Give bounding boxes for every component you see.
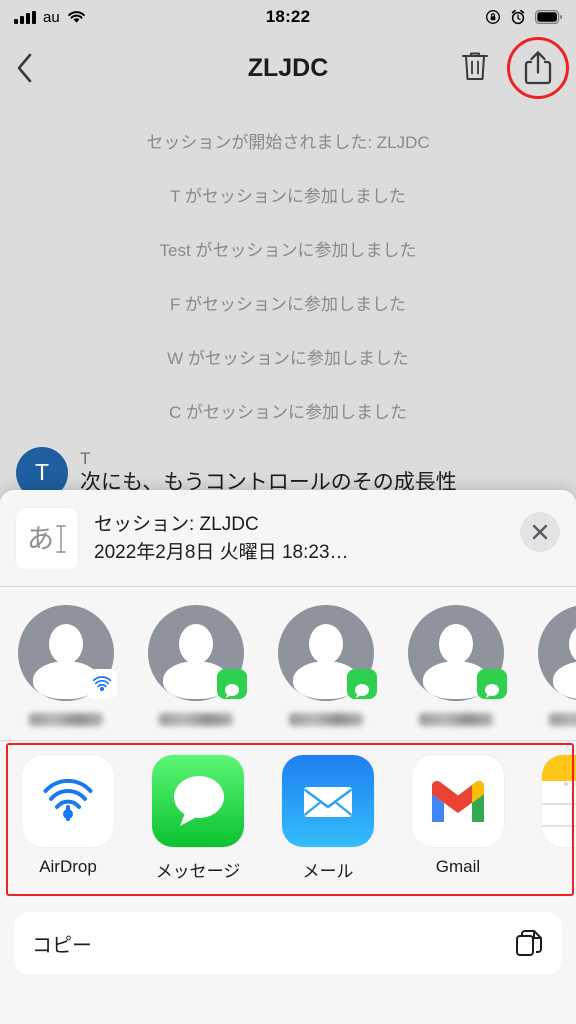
- wifi-icon: [67, 11, 85, 23]
- rotation-lock-icon: [486, 10, 500, 24]
- contact-avatar: [538, 605, 576, 701]
- action-list: コピー: [14, 912, 562, 974]
- messages-icon: [152, 755, 244, 847]
- contact-avatar: [408, 605, 507, 701]
- app-row: AirDrop メッセージ メール Gmail: [0, 741, 576, 892]
- app-label: AirDrop: [39, 857, 97, 876]
- contact-suggestions: [0, 587, 576, 740]
- contact-item[interactable]: [538, 605, 576, 726]
- share-button[interactable]: [507, 37, 569, 99]
- app-label: メール: [302, 862, 354, 881]
- contact-avatar: [18, 605, 117, 701]
- contact-name: [418, 713, 494, 726]
- share-target-gmail[interactable]: Gmail: [412, 755, 504, 882]
- text-cursor-icon: [56, 525, 66, 553]
- share-sheet: あ セッション: ZLJDC 2022年2月8日 火曜日 18:23… AirD…: [0, 490, 576, 1024]
- share-target-notes[interactable]: [542, 755, 576, 882]
- navigation-bar: ZLJDC: [0, 34, 576, 102]
- navigation-actions: [460, 37, 569, 99]
- contact-item[interactable]: [148, 605, 247, 726]
- gmail-icon: [412, 755, 504, 847]
- share-target-mail[interactable]: メール: [282, 755, 374, 882]
- share-document-meta: セッション: ZLJDC 2022年2月8日 火曜日 18:23…: [94, 508, 504, 566]
- share-sheet-header: あ セッション: ZLJDC 2022年2月8日 火曜日 18:23…: [0, 490, 576, 586]
- messages-badge-icon: [477, 669, 507, 699]
- contact-item[interactable]: [18, 605, 117, 726]
- text-document-icon: あ: [16, 508, 78, 570]
- message-sender: T: [80, 448, 91, 468]
- contact-avatar: [148, 605, 247, 701]
- contact-name: [28, 713, 104, 726]
- airdrop-icon: [22, 755, 114, 847]
- contact-avatar: [278, 605, 377, 701]
- system-message: T がセッションに参加しました: [170, 187, 406, 207]
- clock-label: 18:22: [265, 7, 311, 26]
- share-target-airdrop[interactable]: AirDrop: [22, 755, 114, 882]
- system-message: F がセッションに参加しました: [169, 295, 407, 315]
- airdrop-badge-icon: [87, 669, 117, 699]
- status-bar-left: au: [14, 9, 266, 26]
- system-message: W がセッションに参加しました: [167, 349, 409, 369]
- document-thumb-glyph: あ: [27, 523, 54, 554]
- close-icon: [532, 524, 548, 540]
- action-label[interactable]: コピー: [32, 929, 92, 958]
- share-document-title: セッション: ZLJDC: [94, 514, 259, 535]
- chevron-left-icon: [17, 53, 32, 83]
- app-label: メッセージ: [155, 862, 241, 881]
- carrier-label: au: [43, 8, 60, 26]
- share-document-subtitle: 2022年2月8日 火曜日 18:23…: [94, 541, 349, 563]
- system-message: Test がセッションに参加しました: [159, 241, 417, 261]
- system-message: セッションが開始されました: ZLJDC: [146, 133, 430, 152]
- contact-name: [158, 713, 234, 726]
- trash-icon: [462, 52, 488, 80]
- app-label: Gmail: [435, 857, 481, 876]
- contact-item[interactable]: [408, 605, 507, 726]
- share-target-messages[interactable]: メッセージ: [152, 755, 244, 882]
- contact-name: [288, 713, 364, 726]
- messages-badge-icon: [217, 669, 247, 699]
- copy-icon: [516, 930, 542, 956]
- system-message: C がセッションに参加しました: [169, 403, 407, 423]
- back-button[interactable]: [16, 53, 60, 83]
- share-button-highlight: [507, 37, 569, 99]
- status-bar-right: [310, 9, 563, 25]
- alarm-clock-icon: [511, 9, 525, 25]
- messages-badge-icon: [347, 669, 377, 699]
- message-list: セッションが開始されました: ZLJDC T がセッションに参加しました Tes…: [0, 102, 576, 499]
- notes-icon: [542, 755, 576, 847]
- signal-bars-icon: [14, 10, 36, 24]
- contact-item[interactable]: [278, 605, 377, 726]
- delete-button[interactable]: [460, 49, 490, 88]
- contact-name: [548, 713, 576, 726]
- mail-icon: [282, 755, 374, 847]
- battery-full-icon: [535, 10, 563, 24]
- app-row-region: AirDrop メッセージ メール Gmail: [0, 741, 576, 902]
- status-bar: au 18:22: [0, 0, 576, 34]
- close-button[interactable]: [520, 512, 560, 552]
